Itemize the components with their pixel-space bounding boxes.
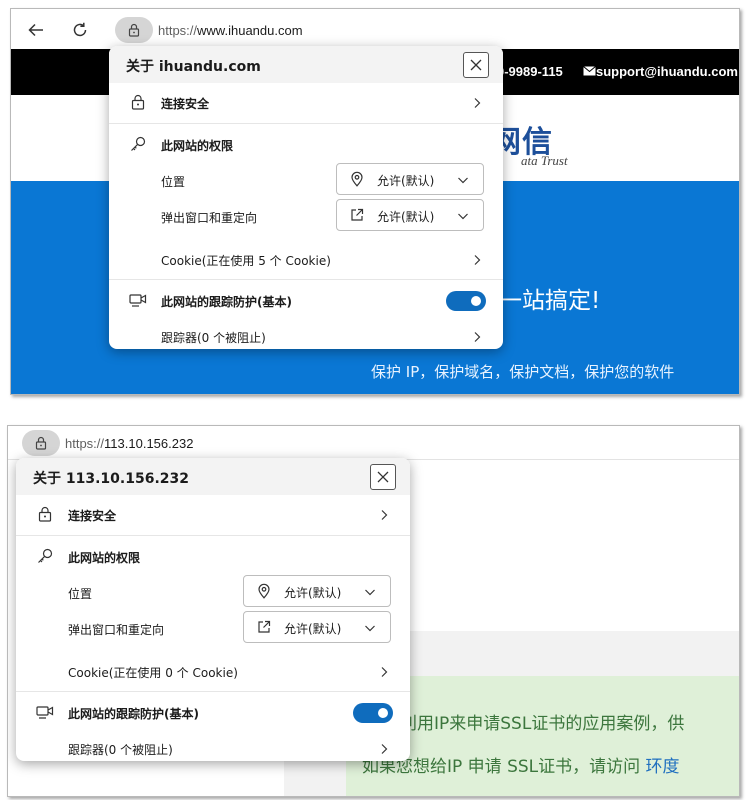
chevron-right-icon: [381, 744, 388, 754]
site-info-button[interactable]: [22, 430, 60, 456]
permissions-heading: 此网站的权限: [161, 139, 234, 153]
key-icon: [129, 135, 147, 153]
lock-icon: [35, 436, 47, 450]
close-button[interactable]: [463, 52, 489, 78]
close-icon: [470, 59, 482, 71]
trackers-label: 跟踪器(0 个被阻止): [68, 743, 173, 757]
support-email[interactable]: support@ihuandu.com: [596, 64, 738, 79]
envelope-icon: [583, 66, 596, 76]
site-logo-tagline: ata Trust: [521, 153, 568, 168]
arrow-left-icon: [28, 23, 43, 37]
cookies-row[interactable]: Cookie(正在使用 0 个 Cookie): [16, 653, 410, 689]
toggle-knob: [378, 708, 388, 718]
popover-title: 关于 ihuandu.com: [126, 59, 261, 75]
url-text[interactable]: https://113.10.156.232: [65, 436, 193, 451]
connection-label: 连接安全: [161, 97, 210, 111]
popover-header: 关于 113.10.156.232: [16, 458, 410, 495]
url-scheme: https://: [158, 23, 198, 38]
url-host: 113.10.156.232: [104, 436, 194, 451]
open-external-icon: [351, 208, 364, 221]
chevron-down-icon: [365, 625, 375, 632]
hero-subtitle: 保护 IP，保护域名，保护文档，保护您的软件: [371, 363, 675, 381]
location-label: 位置: [68, 587, 93, 601]
key-icon: [36, 547, 54, 565]
chevron-right-icon: [474, 98, 481, 108]
location-value: 允许(默认): [284, 586, 342, 600]
lock-icon: [129, 93, 147, 111]
open-external-icon: [258, 620, 271, 633]
location-pin-icon: [351, 171, 363, 187]
chevron-right-icon: [474, 332, 481, 342]
tracking-toggle[interactable]: [353, 703, 393, 723]
divider: [16, 535, 410, 536]
popups-select[interactable]: 允许(默认): [243, 611, 391, 643]
tracking-camera-icon: [36, 703, 54, 721]
cookies-label: Cookie(正在使用 0 个 Cookie): [68, 666, 238, 680]
location-pin-icon: [258, 583, 270, 599]
trackers-row[interactable]: 跟踪器(0 个被阻止): [16, 723, 410, 759]
alert-line-1: 利用IP来申请SSL证书的应用案例，供: [400, 714, 685, 734]
cookies-label: Cookie(正在使用 5 个 Cookie): [161, 254, 331, 268]
trackers-row[interactable]: 跟踪器(0 个被阻止): [109, 311, 503, 347]
lock-icon: [36, 505, 54, 523]
hero-title: 一站搞定!: [499, 288, 601, 314]
close-button[interactable]: [370, 464, 396, 490]
tracking-heading: 此网站的跟踪防护(基本): [68, 707, 199, 721]
refresh-button[interactable]: [67, 17, 93, 43]
connection-row[interactable]: 连接安全: [16, 496, 410, 532]
popover-title: 关于 113.10.156.232: [33, 471, 189, 487]
url-scheme: https://: [65, 436, 105, 451]
tracking-camera-icon: [129, 291, 147, 309]
close-icon: [377, 471, 389, 483]
divider: [109, 123, 503, 124]
location-label: 位置: [161, 175, 186, 189]
back-button[interactable]: [23, 17, 49, 43]
location-value: 允许(默认): [377, 174, 435, 188]
chevron-down-icon: [365, 589, 375, 596]
address-bar: https://www.ihuandu.com: [11, 9, 739, 49]
phone-number: 0-9989-115: [497, 64, 563, 79]
chevron-down-icon: [458, 177, 468, 184]
url-host: www.ihuandu.com: [197, 23, 303, 38]
divider: [109, 279, 503, 280]
chevron-right-icon: [381, 667, 388, 677]
permissions-heading: 此网站的权限: [68, 551, 141, 565]
cookies-row[interactable]: Cookie(正在使用 5 个 Cookie): [109, 241, 503, 277]
divider: [16, 691, 410, 692]
site-info-button[interactable]: [115, 17, 153, 43]
alert-link[interactable]: 环度: [646, 757, 680, 777]
screenshot-ip-address: https://113.10.156.232 利用IP来申请SSL证书的应用案例…: [7, 425, 740, 797]
popups-value: 允许(默认): [284, 622, 342, 636]
connection-label: 连接安全: [68, 509, 117, 523]
tracking-toggle[interactable]: [446, 291, 486, 311]
tracking-heading: 此网站的跟踪防护(基本): [161, 295, 292, 309]
url-text[interactable]: https://www.ihuandu.com: [158, 23, 303, 38]
popups-select[interactable]: 允许(默认): [336, 199, 484, 231]
screenshot-ihuandu: https://www.ihuandu.com 0-9989-115 suppo…: [10, 8, 740, 395]
site-info-popover: 关于 113.10.156.232 连接安全 此网站的权限 位置 允许(默认) …: [16, 458, 410, 761]
location-select[interactable]: 允许(默认): [243, 575, 391, 607]
location-select[interactable]: 允许(默认): [336, 163, 484, 195]
popups-label: 弹出窗口和重定向: [161, 211, 258, 225]
address-bar: https://113.10.156.232: [8, 426, 739, 460]
lock-icon: [128, 23, 140, 37]
refresh-icon: [73, 22, 87, 37]
popups-label: 弹出窗口和重定向: [68, 623, 165, 637]
connection-row[interactable]: 连接安全: [109, 84, 503, 120]
toggle-knob: [471, 296, 481, 306]
chevron-right-icon: [381, 510, 388, 520]
site-info-popover: 关于 ihuandu.com 连接安全 此网站的权限 位置 允许(默认) 弹出窗…: [109, 46, 503, 349]
trackers-label: 跟踪器(0 个被阻止): [161, 331, 266, 345]
popover-header: 关于 ihuandu.com: [109, 46, 503, 83]
chevron-right-icon: [474, 255, 481, 265]
chevron-down-icon: [458, 213, 468, 220]
popups-value: 允许(默认): [377, 210, 435, 224]
